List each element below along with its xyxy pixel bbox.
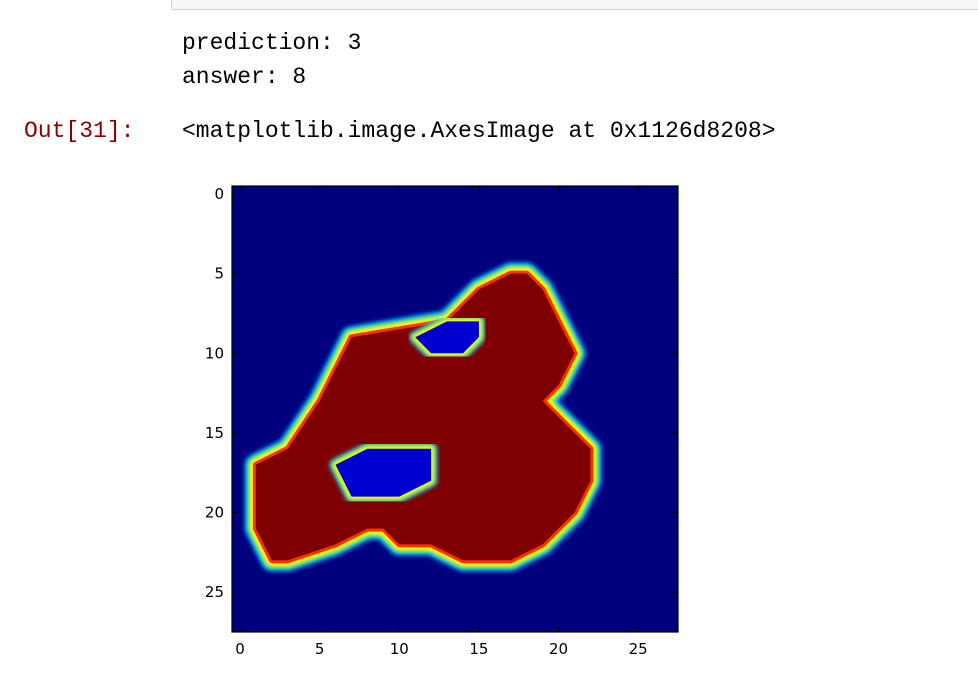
output-repr: <matplotlib.image.AxesImage at 0x1126d82… — [182, 118, 776, 144]
x-tick-label: 0 — [235, 640, 245, 658]
heatmap-plot: 0 5 10 15 20 25 0 5 10 15 20 25 — [205, 185, 679, 658]
x-tick-label: 20 — [549, 640, 568, 658]
stdout-output: prediction: 3 answer: 8 — [182, 26, 361, 94]
output-prompt: Out[31]: — [24, 118, 135, 144]
answer-line: answer: 8 — [182, 64, 307, 90]
x-tick-label: 5 — [315, 640, 325, 658]
y-tick-label: 20 — [205, 504, 224, 522]
matplotlib-figure: 0 5 10 15 20 25 0 5 10 15 20 25 — [180, 170, 700, 670]
prediction-line: prediction: 3 — [182, 30, 362, 56]
x-tick-label: 15 — [469, 640, 488, 658]
x-tick-label: 10 — [390, 640, 409, 658]
x-tick-label: 25 — [629, 640, 648, 658]
input-cell-border[interactable] — [171, 0, 978, 10]
y-tick-label: 15 — [205, 424, 224, 442]
y-tick-label: 0 — [214, 185, 224, 203]
y-tick-label: 5 — [214, 265, 224, 283]
y-tick-label: 25 — [205, 583, 224, 601]
y-tick-label: 10 — [205, 344, 224, 362]
